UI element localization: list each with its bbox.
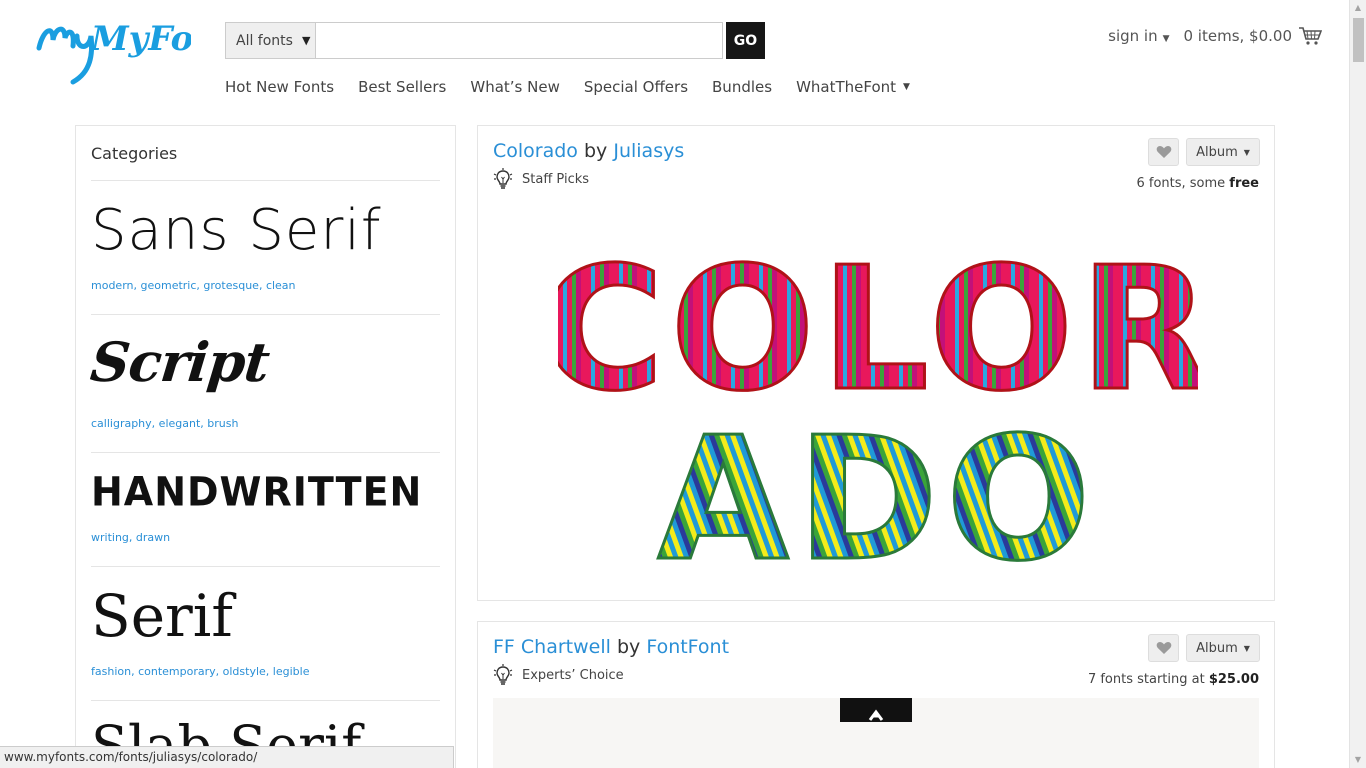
sidebar-title: Categories (91, 126, 440, 181)
scroll-up-icon[interactable]: ▲ (1350, 0, 1366, 16)
card-title: Colorado by Juliasys (493, 140, 684, 162)
preview-line-1: COLOR (558, 231, 1198, 429)
cart-summary: 0 items, $0.00 (1183, 27, 1293, 45)
category-tags: fashioncontemporaryoldstylelegible (91, 665, 440, 700)
nav-best-sellers[interactable]: Best Sellers (358, 78, 446, 96)
search-scope-label: All fonts (236, 32, 293, 49)
chevron-down-icon: ▼ (301, 34, 311, 47)
chevron-down-icon: ▼ (1243, 147, 1250, 157)
font-name-link[interactable]: FF Chartwell (493, 636, 611, 658)
chevron-down-icon: ▼ (1243, 643, 1250, 653)
search-bar: All fonts ▼ GO (225, 22, 765, 59)
foundry-link[interactable]: Juliasys (613, 140, 684, 162)
award-label: Staff Picks (522, 171, 590, 187)
font-count: 6 fonts, some free (1136, 176, 1259, 191)
category-tags: writingdrawn (91, 531, 440, 566)
font-preview-image[interactable]: COLOR ADO (558, 226, 1198, 577)
myfonts-logo[interactable]: MyFonts (33, 10, 191, 94)
scroll-thumb[interactable] (1353, 18, 1364, 62)
tag-link[interactable]: fashion (91, 665, 131, 678)
featured-font-card: Colorado by Juliasys Staff Picks Album ▼… (477, 125, 1275, 601)
category-sample: Sans Serif (91, 198, 382, 263)
tag-link[interactable]: grotesque (196, 279, 259, 292)
favorite-button[interactable] (1148, 634, 1179, 662)
tag-link[interactable]: oldstyle (216, 665, 266, 678)
nav-special-offers[interactable]: Special Offers (584, 78, 688, 96)
nav-hot-new-fonts[interactable]: Hot New Fonts (225, 78, 334, 96)
category-sample: Script (87, 330, 272, 394)
favorite-button[interactable] (1148, 138, 1179, 166)
nav-whats-new[interactable]: What’s New (470, 78, 559, 96)
font-count-price: free (1229, 176, 1259, 191)
category-sample: Serif (91, 582, 233, 650)
nav-whatthefont-label: WhatTheFont (796, 78, 897, 96)
tag-link[interactable]: elegant (152, 417, 201, 430)
sign-in-label: sign in (1108, 27, 1158, 45)
category-tags: moderngeometricgrotesqueclean (91, 279, 440, 314)
album-label: Album (1196, 640, 1238, 656)
featured-font-card: FF Chartwell by FontFont Experts’ Choice… (477, 621, 1275, 768)
tag-link[interactable]: calligraphy (91, 417, 152, 430)
font-count-text: 7 fonts starting at (1087, 672, 1209, 687)
scroll-down-icon[interactable]: ▼ (1350, 752, 1366, 768)
font-name-link[interactable]: Colorado (493, 140, 578, 162)
album-dropdown-button[interactable]: Album ▼ (1186, 634, 1260, 662)
cart-icon (1299, 27, 1322, 45)
lightbulb-icon (493, 168, 513, 189)
award-badge: Experts’ Choice (493, 664, 624, 686)
search-input[interactable] (316, 22, 723, 59)
search-go-button[interactable]: GO (726, 22, 765, 59)
categories-sidebar: Categories Sans Serif moderngeometricgro… (75, 125, 456, 768)
by-label: by (583, 140, 608, 162)
tag-link[interactable]: legible (266, 665, 310, 678)
chevron-down-icon: ▼ (1162, 34, 1170, 44)
tag-link[interactable]: brush (200, 417, 238, 430)
tag-link[interactable]: writing (91, 531, 129, 544)
browser-status-bar: www.myfonts.com/fonts/juliasys/colorado/ (0, 746, 454, 768)
cart-link[interactable]: 0 items, $0.00 (1183, 26, 1322, 46)
category-sample: HANDWRITTEN (91, 468, 423, 516)
logo-text: MyFonts (90, 19, 191, 59)
lightbulb-icon (493, 664, 513, 685)
tag-link[interactable]: geometric (134, 279, 197, 292)
chevron-down-icon: ▼ (903, 82, 910, 92)
award-label: Experts’ Choice (522, 667, 624, 683)
tag-link[interactable]: drawn (129, 531, 170, 544)
by-label: by (616, 636, 641, 658)
font-count: 7 fonts starting at $25.00 (1088, 672, 1259, 687)
main-nav: Hot New Fonts Best Sellers What’s New Sp… (225, 78, 910, 96)
preview-line-2: ADO (657, 401, 1098, 576)
album-label: Album (1196, 144, 1238, 160)
category-handwritten[interactable]: HANDWRITTEN writingdrawn (91, 453, 440, 567)
account-area: sign in ▼ 0 items, $0.00 (1108, 26, 1322, 46)
tag-link[interactable]: clean (259, 279, 296, 292)
sign-in-menu[interactable]: sign in ▼ (1108, 27, 1169, 45)
font-count-text: 6 fonts, some (1136, 176, 1230, 191)
page-scrollbar[interactable]: ▲ ▼ (1349, 0, 1366, 768)
tag-link[interactable]: modern (91, 279, 134, 292)
font-preview-image[interactable] (493, 698, 1259, 768)
foundry-link[interactable]: FontFont (646, 636, 729, 658)
search-scope-select[interactable]: All fonts ▼ (225, 22, 316, 59)
heart-icon (1156, 146, 1171, 158)
nav-whatthefont[interactable]: WhatTheFont ▼ (796, 78, 910, 96)
chart-glyph-icon (868, 709, 884, 721)
category-serif[interactable]: Serif fashioncontemporaryoldstylelegible (91, 567, 440, 701)
category-tags: calligraphyelegantbrush (91, 417, 440, 452)
album-dropdown-button[interactable]: Album ▼ (1186, 138, 1260, 166)
category-script[interactable]: Script calligraphyelegantbrush (87, 315, 440, 453)
font-count-price: $25.00 (1208, 672, 1259, 687)
category-sans-serif[interactable]: Sans Serif moderngeometricgrotesqueclean (91, 181, 440, 315)
nav-bundles[interactable]: Bundles (712, 78, 772, 96)
heart-icon (1156, 642, 1171, 654)
card-title: FF Chartwell by FontFont (493, 636, 729, 658)
preview-graphic (840, 698, 912, 722)
award-badge: Staff Picks (493, 168, 589, 190)
tag-link[interactable]: contemporary (131, 665, 216, 678)
